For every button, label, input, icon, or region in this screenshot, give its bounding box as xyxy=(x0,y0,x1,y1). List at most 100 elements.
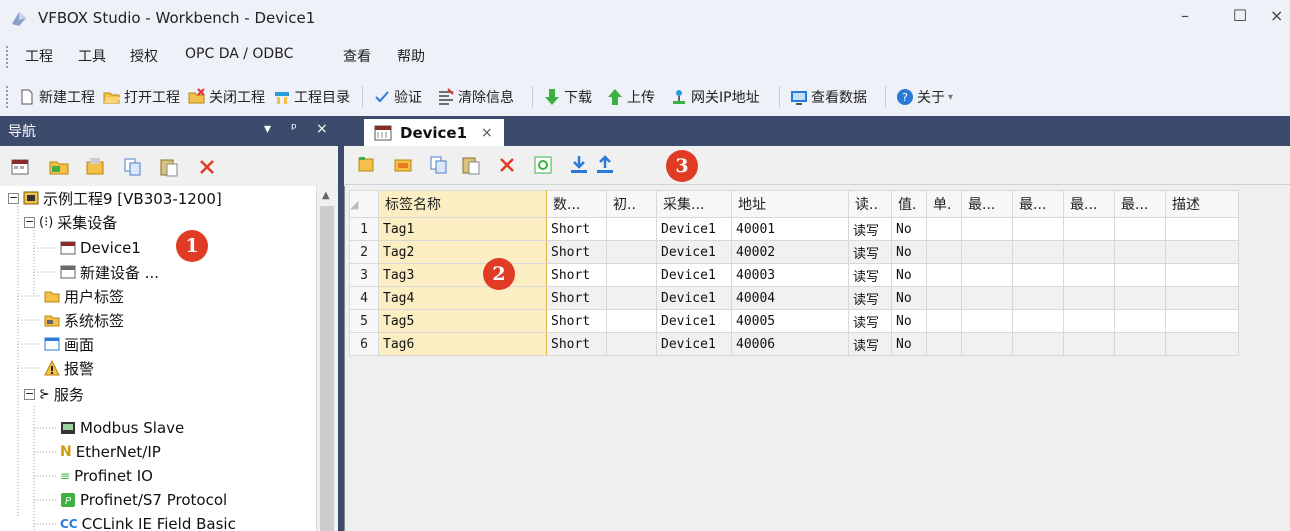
empty-cell[interactable] xyxy=(1063,240,1115,264)
empty-cell[interactable] xyxy=(1114,240,1166,264)
clear-info-button[interactable]: 清除信息 xyxy=(437,85,514,109)
tree-scrollbar[interactable]: ▲ xyxy=(316,186,337,531)
row-number-cell[interactable]: 4 xyxy=(349,286,379,310)
toolbar-overflow-icon[interactable]: ▾ xyxy=(948,92,953,103)
tree-node-device1[interactable]: Device1 xyxy=(60,236,141,260)
empty-cell[interactable] xyxy=(961,332,1013,356)
col-header-address[interactable]: 地址 xyxy=(731,190,849,218)
empty-cell[interactable] xyxy=(961,309,1013,333)
address-cell[interactable]: 40002 xyxy=(731,240,849,264)
table-row[interactable]: 4 Tag4 Short Device1 40004 读写 No xyxy=(349,286,1239,310)
row-number-cell[interactable]: 1 xyxy=(349,217,379,241)
add-group-icon[interactable] xyxy=(48,156,70,178)
tree-node-collect-devices[interactable]: − (⁝) 采集设备 xyxy=(24,210,117,234)
address-cell[interactable]: 40005 xyxy=(731,309,849,333)
empty-cell[interactable] xyxy=(926,286,962,310)
empty-cell[interactable] xyxy=(1165,217,1239,241)
col-header-value[interactable]: 值. xyxy=(891,190,927,218)
table-row[interactable]: 6 Tag6 Short Device1 40006 读写 No xyxy=(349,332,1239,356)
menu-tools[interactable]: 工具 xyxy=(78,46,106,66)
tree-node-alarm[interactable]: 报警 xyxy=(44,356,94,380)
empty-cell[interactable] xyxy=(1063,217,1115,241)
empty-cell[interactable] xyxy=(1012,309,1064,333)
data-type-cell[interactable]: Short xyxy=(546,263,607,287)
menu-help[interactable]: 帮助 xyxy=(397,46,425,66)
read-write-cell[interactable]: 读写 xyxy=(848,286,892,310)
address-cell[interactable]: 40001 xyxy=(731,217,849,241)
initial-cell[interactable] xyxy=(606,309,657,333)
address-cell[interactable]: 40004 xyxy=(731,286,849,310)
read-write-cell[interactable]: 读写 xyxy=(848,217,892,241)
collapse-toggle-icon[interactable]: − xyxy=(24,216,35,228)
copy-icon[interactable] xyxy=(122,156,144,178)
batch-add-icon[interactable] xyxy=(392,154,414,176)
maximize-button[interactable]: ☐ xyxy=(1225,6,1255,25)
row-number-cell[interactable]: 3 xyxy=(349,263,379,287)
scrollbar-thumb[interactable] xyxy=(320,206,334,531)
col-header-max3[interactable]: 最... xyxy=(1063,190,1115,218)
value-cell[interactable]: No xyxy=(891,332,927,356)
collect-cell[interactable]: Device1 xyxy=(656,263,732,287)
col-header-description[interactable]: 描述 xyxy=(1165,190,1239,218)
tree-node-ethernet-ip[interactable]: N EtherNet/IP xyxy=(60,440,161,464)
empty-cell[interactable] xyxy=(1114,217,1166,241)
tree-node-services[interactable]: − ⊱ 服务 xyxy=(24,382,84,406)
col-header-initial[interactable]: 初.. xyxy=(606,190,657,218)
empty-cell[interactable] xyxy=(1165,286,1239,310)
data-type-cell[interactable]: Short xyxy=(546,309,607,333)
empty-cell[interactable] xyxy=(1165,332,1239,356)
table-row[interactable]: 2 Tag2 Short Device1 40002 读写 No xyxy=(349,240,1239,264)
empty-cell[interactable] xyxy=(926,217,962,241)
empty-cell[interactable] xyxy=(961,240,1013,264)
empty-cell[interactable] xyxy=(1012,286,1064,310)
empty-cell[interactable] xyxy=(1063,309,1115,333)
tag-name-cell[interactable]: Tag4 xyxy=(378,286,547,310)
col-header-max1[interactable]: 最... xyxy=(961,190,1013,218)
empty-cell[interactable] xyxy=(1063,263,1115,287)
collapse-toggle-icon[interactable]: − xyxy=(24,388,35,400)
nav-dropdown-icon[interactable]: ▾ xyxy=(264,121,271,137)
paste-icon[interactable] xyxy=(158,156,180,178)
upload-button[interactable]: 上传 xyxy=(606,85,655,109)
data-type-cell[interactable]: Short xyxy=(546,286,607,310)
col-header-read-write[interactable]: 读.. xyxy=(848,190,892,218)
empty-cell[interactable] xyxy=(1063,332,1115,356)
download-button[interactable]: 下载 xyxy=(543,85,592,109)
tag-name-cell[interactable]: Tag2 xyxy=(378,240,547,264)
nav-close-icon[interactable]: × xyxy=(316,121,328,137)
close-project-button[interactable]: 关闭工程 xyxy=(188,85,265,109)
tree-node-new-device[interactable]: 新建设备 ... xyxy=(60,260,159,284)
empty-cell[interactable] xyxy=(926,263,962,287)
select-all-corner[interactable]: ◢ xyxy=(349,190,379,218)
collect-cell[interactable]: Device1 xyxy=(656,286,732,310)
view-data-button[interactable]: 查看数据 xyxy=(790,85,867,109)
read-write-cell[interactable]: 读写 xyxy=(848,240,892,264)
project-directory-button[interactable]: 工程目录 xyxy=(273,85,350,109)
initial-cell[interactable] xyxy=(606,240,657,264)
value-cell[interactable]: No xyxy=(891,286,927,310)
new-project-button[interactable]: 新建工程 xyxy=(18,85,95,109)
export-icon[interactable] xyxy=(594,154,616,176)
empty-cell[interactable] xyxy=(1012,332,1064,356)
empty-cell[interactable] xyxy=(926,240,962,264)
table-row[interactable]: 5 Tag5 Short Device1 40005 读写 No xyxy=(349,309,1239,333)
read-write-cell[interactable]: 读写 xyxy=(848,263,892,287)
empty-cell[interactable] xyxy=(961,286,1013,310)
verify-button[interactable]: 验证 xyxy=(373,85,422,109)
initial-cell[interactable] xyxy=(606,217,657,241)
delete-icon[interactable] xyxy=(196,156,218,178)
menu-project[interactable]: 工程 xyxy=(25,46,53,66)
tree-node-system-tags[interactable]: 系统标签 xyxy=(44,308,124,332)
tree-node-modbus-slave[interactable]: Modbus Slave xyxy=(60,416,184,440)
row-number-cell[interactable]: 5 xyxy=(349,309,379,333)
collect-cell[interactable]: Device1 xyxy=(656,309,732,333)
value-cell[interactable]: No xyxy=(891,263,927,287)
tree-node-cclink[interactable]: CC CCLink IE Field Basic xyxy=(60,512,236,531)
empty-cell[interactable] xyxy=(1012,263,1064,287)
collect-cell[interactable]: Device1 xyxy=(656,217,732,241)
menu-view[interactable]: 查看 xyxy=(343,46,371,66)
properties-icon[interactable] xyxy=(84,156,106,178)
value-cell[interactable]: No xyxy=(891,217,927,241)
row-number-cell[interactable]: 2 xyxy=(349,240,379,264)
data-type-cell[interactable]: Short xyxy=(546,332,607,356)
